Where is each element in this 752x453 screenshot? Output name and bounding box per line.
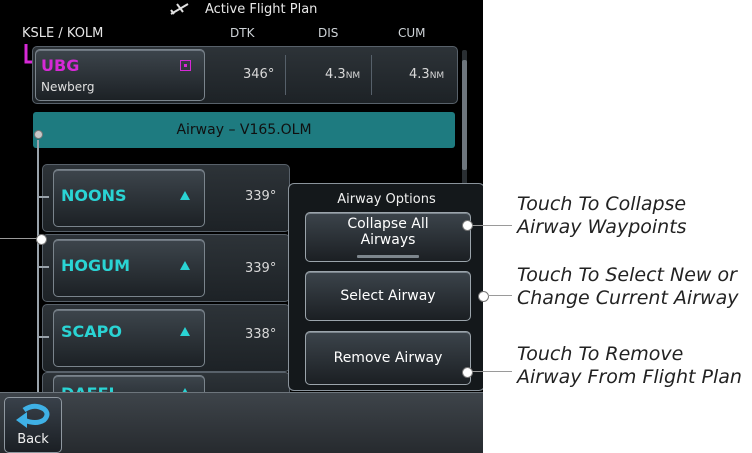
airplane-icon (170, 3, 189, 15)
waypoint-button-hogum[interactable]: HOGUM (53, 239, 205, 297)
callout-leader-line (488, 295, 512, 296)
triangle-waypoint-icon (180, 327, 190, 336)
airway-waypoint-row[interactable]: SCAPO 338° (42, 304, 290, 372)
active-dtk: 346° (243, 67, 275, 82)
callout-dot (478, 291, 489, 302)
waypoint-button-scapo[interactable]: SCAPO (53, 309, 205, 367)
bottom-bar: Back (0, 392, 483, 453)
waypoint-dtk: 338° (245, 327, 277, 342)
airway-node-icon (34, 130, 43, 139)
active-waypoint-ident: UBG (41, 56, 80, 75)
back-button[interactable]: Back (4, 397, 62, 453)
airway-waypoint-row[interactable]: NOONS 339° (42, 164, 290, 232)
active-waypoint-name: Newberg (41, 80, 95, 94)
select-airway-button[interactable]: Select Airway (305, 271, 471, 321)
active-leg-row[interactable]: UBG Newberg 346° 4.3NM 4.3NM (32, 46, 458, 104)
airway-header[interactable]: Airway – V165.OLM (33, 112, 455, 148)
callout-collapse: Touch To Collapse Airway Waypoints (517, 193, 687, 238)
triangle-waypoint-icon (180, 191, 190, 200)
route-header: KSLE / KOLM (22, 26, 104, 41)
title-bar: Active Flight Plan (0, 0, 483, 20)
dtk-header: DTK (230, 26, 255, 40)
waypoint-button-noons[interactable]: NOONS (53, 169, 205, 227)
callout-remove: Touch To Remove Airway From Flight Plan (517, 343, 742, 388)
collapse-all-airways-button[interactable]: Collapse All Airways (305, 212, 471, 262)
callout-leader-line (472, 225, 512, 226)
airway-branch-tick (37, 196, 49, 198)
waypoint-dtk: 339° (245, 261, 277, 276)
page-title: Active Flight Plan (205, 2, 318, 17)
waypoint-ident: HOGUM (61, 256, 131, 275)
active-cum: 4.3NM (409, 67, 445, 82)
vor-icon (180, 60, 191, 71)
triangle-waypoint-icon (180, 261, 190, 270)
airway-waypoint-row[interactable]: HOGUM 339° (42, 234, 290, 302)
back-label: Back (17, 432, 49, 447)
dis-header: DIS (318, 26, 339, 40)
airway-options-title: Airway Options (337, 192, 436, 207)
waypoint-ident: NOONS (61, 186, 127, 205)
callout-select: Touch To Select New or Change Current Air… (517, 264, 739, 309)
active-waypoint-button[interactable]: UBG Newberg (35, 49, 205, 101)
gtn-screen: Active Flight Plan KSLE / KOLM DTK DIS C… (0, 0, 483, 453)
callout-dot (462, 367, 473, 378)
remove-airway-button[interactable]: Remove Airway (305, 331, 471, 385)
active-dis: 4.3NM (325, 67, 361, 82)
back-arrow-icon (16, 403, 50, 428)
toggle-indicator (357, 255, 419, 258)
airway-group-leader-line (0, 238, 38, 239)
airway-branch-tick (37, 336, 49, 338)
callout-dot (36, 234, 47, 245)
callout-leader-line (472, 371, 512, 372)
cum-header: CUM (398, 26, 426, 40)
waypoint-dtk: 339° (245, 189, 277, 204)
airway-branch-tick (37, 266, 49, 268)
airway-options-menu: Airway Options Collapse All Airways Sele… (288, 183, 483, 391)
waypoint-ident: SCAPO (61, 322, 122, 341)
